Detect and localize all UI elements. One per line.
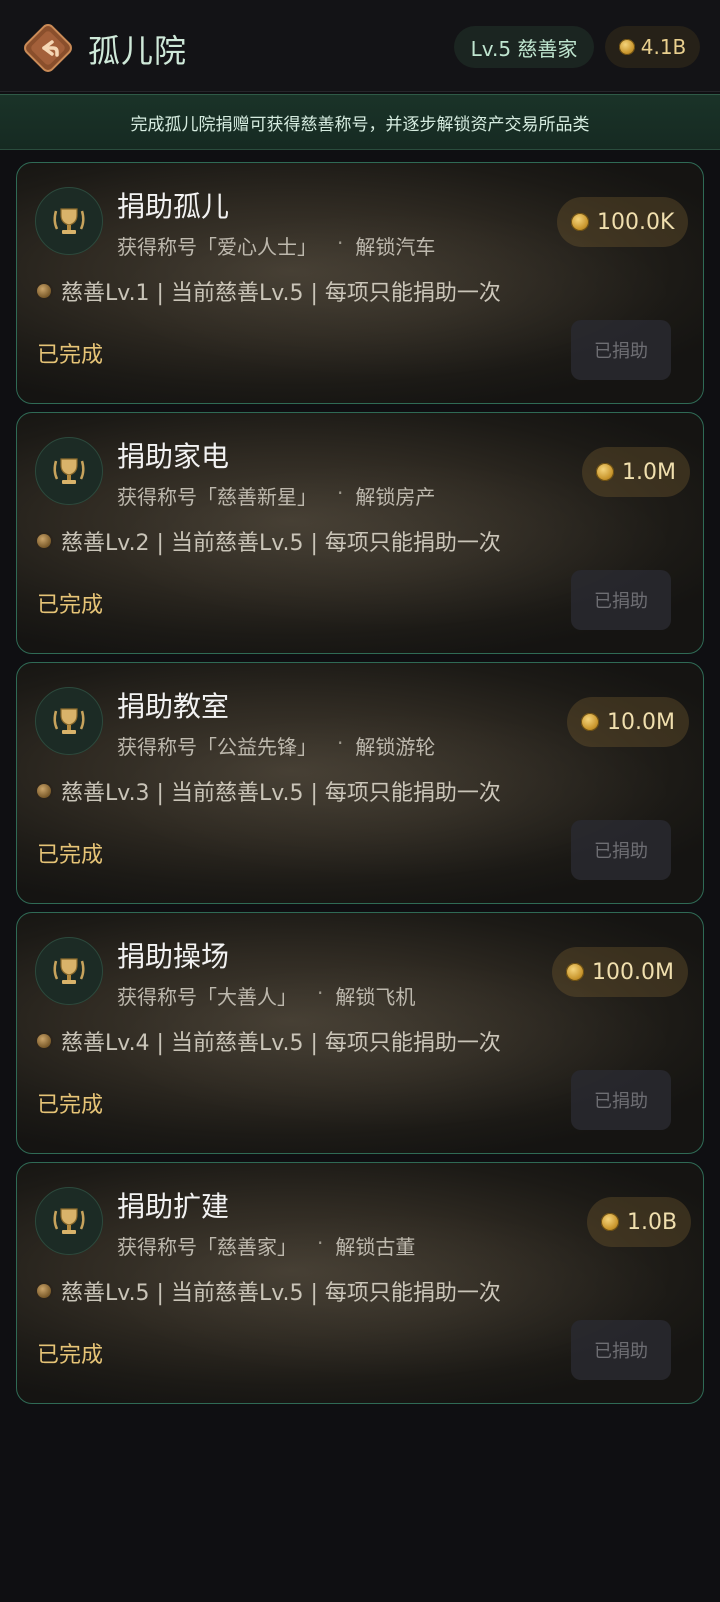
separator-dot: · <box>337 231 344 255</box>
price-value: 100.0K <box>597 209 675 235</box>
bullet-icon <box>37 784 51 798</box>
donation-price: 10.0M <box>567 697 689 747</box>
unlock-text: 解锁游轮 <box>355 735 436 759</box>
page-title: 孤儿院 <box>88 32 188 70</box>
donation-card: 捐助扩建获得称号「慈善家」 · 解锁古董慈善Lv.5 | 当前慈善Lv.5 | 每项… <box>16 1162 704 1404</box>
bullet-icon <box>37 284 51 298</box>
donate-button[interactable]: 已捐助 <box>571 570 671 630</box>
donation-reward-row: 获得称号「慈善家」 · 解锁古董 <box>117 1231 415 1260</box>
price-value: 10.0M <box>607 709 675 735</box>
donation-price: 100.0M <box>552 947 688 997</box>
donation-requirement: 慈善Lv.3 | 当前慈善Lv.5 | 每项只能捐助一次 <box>61 781 501 806</box>
separator-dot: · <box>337 481 344 505</box>
donation-requirement: 慈善Lv.2 | 当前慈善Lv.5 | 每项只能捐助一次 <box>61 531 501 556</box>
donation-requirement: 慈善Lv.4 | 当前慈善Lv.5 | 每项只能捐助一次 <box>61 1031 501 1056</box>
reward-title-text: 获得称号「慈善家」 <box>117 1235 297 1259</box>
donation-card: 捐助家电获得称号「慈善新星」 · 解锁房产慈善Lv.2 | 当前慈善Lv.5 | 每… <box>16 412 704 654</box>
coin-icon <box>581 713 599 731</box>
completion-status: 已完成 <box>37 343 104 368</box>
completion-status: 已完成 <box>37 1343 104 1368</box>
bullet-icon <box>37 1284 51 1298</box>
unlock-text: 解锁飞机 <box>335 985 416 1009</box>
donation-title: 捐助操场 <box>117 940 230 973</box>
reward-title-text: 获得称号「大善人」 <box>117 985 297 1009</box>
coin-icon <box>618 39 635 55</box>
trophy-icon <box>35 937 103 1005</box>
donation-title: 捐助孤儿 <box>117 190 230 223</box>
donation-title: 捐助家电 <box>117 440 230 473</box>
donation-requirement: 慈善Lv.5 | 当前慈善Lv.5 | 每项只能捐助一次 <box>61 1281 501 1306</box>
separator-dot: · <box>317 981 324 1005</box>
separator-dot: · <box>337 731 344 755</box>
donation-info-row: 慈善Lv.3 | 当前慈善Lv.5 | 每项只能捐助一次 <box>37 775 501 807</box>
donation-card: 捐助教室获得称号「公益先锋」 · 解锁游轮慈善Lv.3 | 当前慈善Lv.5 | 每… <box>16 662 704 904</box>
trophy-icon <box>35 687 103 755</box>
bullet-icon <box>37 534 51 548</box>
separator-dot: · <box>317 1231 324 1255</box>
app-header: 孤儿院 Lv.5 慈善家 4.1B <box>0 0 720 92</box>
unlock-text: 解锁古董 <box>335 1235 416 1259</box>
donation-reward-row: 获得称号「大善人」 · 解锁飞机 <box>117 981 415 1010</box>
notice-banner: 完成孤儿院捐赠可获得慈善称号，并逐步解锁资产交易所品类 <box>0 94 720 150</box>
completion-status: 已完成 <box>37 843 104 868</box>
bullet-icon <box>37 1034 51 1048</box>
donate-button[interactable]: 已捐助 <box>571 1320 671 1380</box>
donate-button[interactable]: 已捐助 <box>571 320 671 380</box>
unlock-text: 解锁房产 <box>355 485 436 509</box>
donation-reward-row: 获得称号「慈善新星」 · 解锁房产 <box>117 481 435 510</box>
donate-button[interactable]: 已捐助 <box>571 820 671 880</box>
reward-title-text: 获得称号「爱心人士」 <box>117 235 317 259</box>
donation-reward-row: 获得称号「爱心人士」 · 解锁汽车 <box>117 231 435 260</box>
donation-requirement: 慈善Lv.1 | 当前慈善Lv.5 | 每项只能捐助一次 <box>61 281 501 306</box>
trophy-icon <box>35 437 103 505</box>
price-value: 1.0B <box>627 1209 678 1235</box>
donation-title: 捐助教室 <box>117 690 230 723</box>
price-value: 100.0M <box>592 959 674 985</box>
coin-balance: 4.1B <box>605 26 700 68</box>
donation-info-row: 慈善Lv.2 | 当前慈善Lv.5 | 每项只能捐助一次 <box>37 525 501 557</box>
donation-info-row: 慈善Lv.4 | 当前慈善Lv.5 | 每项只能捐助一次 <box>37 1025 501 1057</box>
donation-price: 100.0K <box>557 197 689 247</box>
donation-card: 捐助孤儿获得称号「爱心人士」 · 解锁汽车慈善Lv.1 | 当前慈善Lv.5 | 每… <box>16 162 704 404</box>
reward-title-text: 获得称号「公益先锋」 <box>117 735 317 759</box>
donation-reward-row: 获得称号「公益先锋」 · 解锁游轮 <box>117 731 435 760</box>
trophy-icon <box>35 187 103 255</box>
trophy-icon <box>35 1187 103 1255</box>
back-arrow-icon[interactable] <box>22 22 74 74</box>
unlock-text: 解锁汽车 <box>355 235 436 259</box>
donation-info-row: 慈善Lv.1 | 当前慈善Lv.5 | 每项只能捐助一次 <box>37 275 501 307</box>
coin-icon <box>571 213 589 231</box>
donation-card: 捐助操场获得称号「大善人」 · 解锁飞机慈善Lv.4 | 当前慈善Lv.5 | 每项… <box>16 912 704 1154</box>
donate-button[interactable]: 已捐助 <box>571 1070 671 1130</box>
coin-icon <box>566 963 584 981</box>
coin-balance-value: 4.1B <box>640 35 687 59</box>
donation-info-row: 慈善Lv.5 | 当前慈善Lv.5 | 每项只能捐助一次 <box>37 1275 501 1307</box>
donation-price: 1.0M <box>582 447 690 497</box>
completion-status: 已完成 <box>37 1093 104 1118</box>
donation-price: 1.0B <box>587 1197 692 1247</box>
price-value: 1.0M <box>622 459 676 485</box>
reward-title-text: 获得称号「慈善新星」 <box>117 485 317 509</box>
donation-title: 捐助扩建 <box>117 1190 230 1223</box>
completion-status: 已完成 <box>37 593 104 618</box>
coin-icon <box>596 463 614 481</box>
coin-icon <box>601 1213 619 1231</box>
charity-level-badge: Lv.5 慈善家 <box>454 26 594 68</box>
